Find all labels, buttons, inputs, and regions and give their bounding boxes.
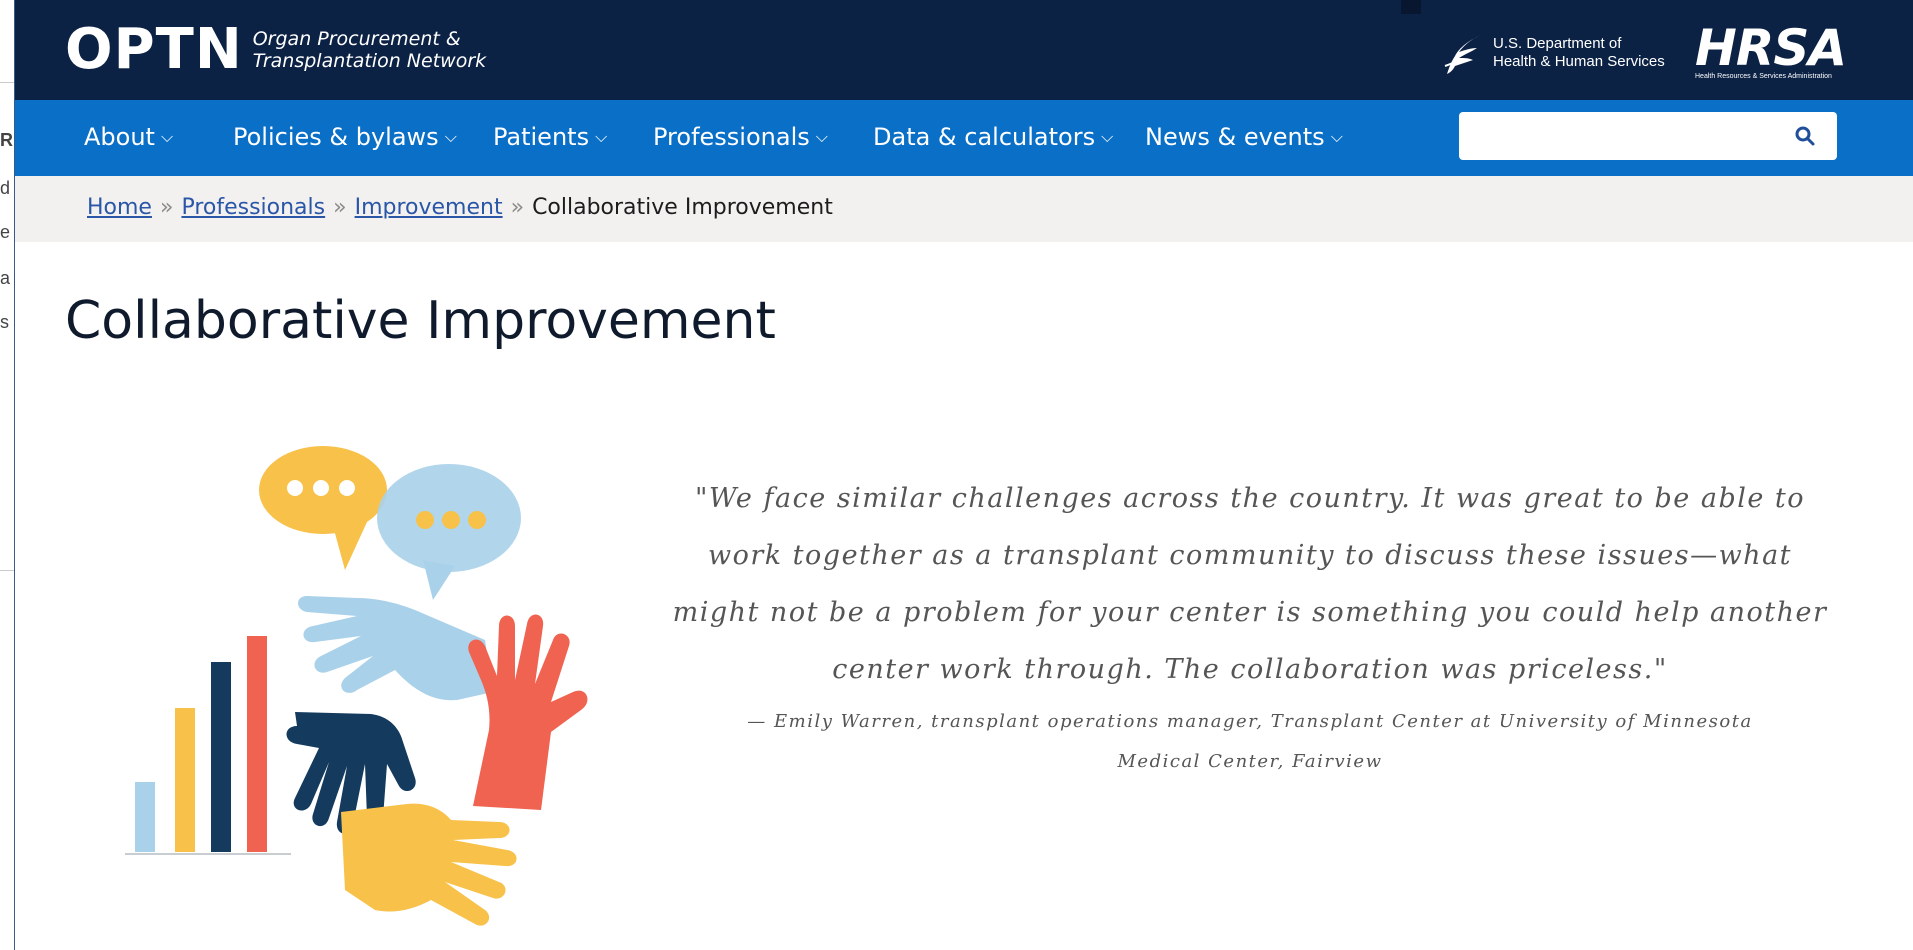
hand-lightblue bbox=[298, 596, 493, 701]
chevron-down-icon: ⌵ bbox=[1330, 127, 1343, 146]
breadcrumb-separator: » bbox=[159, 195, 174, 220]
browser-page: OPTN Organ Procurement & Transplantation… bbox=[13, 0, 1913, 950]
hrsa-mark: HRSA bbox=[1695, 19, 1847, 77]
search-icon[interactable] bbox=[1793, 124, 1817, 148]
optn-logo[interactable]: OPTN Organ Procurement & Transplantation… bbox=[65, 18, 486, 82]
logo-subtitle-line1: Organ Procurement & bbox=[252, 28, 461, 50]
background-text-fragment: s bbox=[0, 312, 9, 332]
logo-subtitle: Organ Procurement & Transplantation Netw… bbox=[253, 28, 486, 72]
nav-item-label: About bbox=[84, 123, 155, 151]
background-text-fragment: d bbox=[0, 178, 11, 198]
nav-item-label: Policies & bylaws bbox=[233, 123, 439, 151]
nav-item-label: Data & calculators bbox=[873, 123, 1096, 151]
chevron-down-icon: ⌵ bbox=[160, 127, 174, 146]
hhs-eagle-icon bbox=[1444, 34, 1483, 74]
chevron-down-icon: ⌵ bbox=[1101, 127, 1114, 146]
page-title: Collaborative Improvement bbox=[65, 291, 776, 351]
hhs-line2: Health & Human Services bbox=[1493, 53, 1665, 70]
hhs-logo[interactable]: U.S. Department of Health & Human Servic… bbox=[1443, 30, 1665, 76]
nav-item-label: Patients bbox=[493, 123, 590, 151]
nav-item-patients[interactable]: Patients ⌵ bbox=[493, 122, 607, 152]
main-nav: About ⌵ Policies & bylaws ⌵ Patients ⌵ Prof… bbox=[15, 100, 1913, 176]
nav-item-label: Professionals bbox=[653, 123, 810, 151]
testimonial-quote: "We face similar challenges across the c… bbox=[672, 483, 1828, 685]
background-text-fragment: R bbox=[0, 130, 13, 150]
nav-item-policies-bylaws[interactable]: Policies & bylaws ⌵ bbox=[233, 122, 457, 152]
site-header: OPTN Organ Procurement & Transplantation… bbox=[15, 0, 1913, 100]
search-input[interactable] bbox=[1459, 112, 1779, 160]
nav-item-news-events[interactable]: News & events ⌵ bbox=[1145, 122, 1343, 152]
background-text-fragment: a bbox=[0, 268, 11, 288]
breadcrumb-bar: Home » Professionals » Improvement » Collabora… bbox=[15, 176, 1913, 242]
hrsa-subtitle: Health Resources & Services Administrati… bbox=[1695, 73, 1832, 80]
nav-item-label: News & events bbox=[1145, 123, 1325, 151]
nav-item-about[interactable]: About ⌵ bbox=[84, 122, 173, 152]
breadcrumb: Home » Professionals » Improvement » Collabora… bbox=[87, 194, 833, 222]
hhs-text: U.S. Department of Health & Human Servic… bbox=[1493, 35, 1665, 71]
search-box bbox=[1459, 112, 1837, 160]
logo-mark: OPTN bbox=[65, 17, 243, 82]
testimonial: "We face similar challenges across the c… bbox=[665, 470, 1835, 782]
hrsa-logo[interactable]: HRSA Health Resources & Services Adminis… bbox=[1695, 19, 1847, 81]
breadcrumb-current: Collaborative Improvement bbox=[532, 195, 833, 220]
breadcrumb-link-home[interactable]: Home bbox=[87, 195, 152, 220]
collaboration-hands-illustration bbox=[125, 446, 588, 926]
hhs-line1: U.S. Department of bbox=[1493, 35, 1622, 52]
hand-red bbox=[468, 614, 588, 810]
nav-item-professionals[interactable]: Professionals ⌵ bbox=[653, 122, 828, 152]
breadcrumb-separator: » bbox=[510, 195, 525, 220]
header-divider bbox=[1401, 0, 1421, 14]
breadcrumb-link-improvement[interactable]: Improvement bbox=[355, 195, 503, 220]
hand-yellow bbox=[341, 803, 517, 926]
breadcrumb-link-professionals[interactable]: Professionals bbox=[181, 195, 325, 220]
logo-subtitle-line2: Transplantation Network bbox=[252, 50, 487, 72]
chevron-down-icon: ⌵ bbox=[815, 127, 828, 146]
bar-chart-graphic bbox=[125, 636, 291, 855]
testimonial-attribution: — Emily Warren, transplant operations ma… bbox=[747, 711, 1753, 772]
background-text-fragment: e bbox=[0, 222, 11, 242]
chevron-down-icon: ⌵ bbox=[444, 127, 457, 146]
nav-item-data-calculators[interactable]: Data & calculators ⌵ bbox=[873, 122, 1113, 152]
speech-bubble-blue bbox=[377, 464, 521, 600]
breadcrumb-separator: » bbox=[333, 195, 347, 220]
chevron-down-icon: ⌵ bbox=[595, 127, 608, 146]
speech-bubble-yellow bbox=[259, 446, 387, 570]
background-page-strip: R d e a s bbox=[0, 0, 14, 950]
